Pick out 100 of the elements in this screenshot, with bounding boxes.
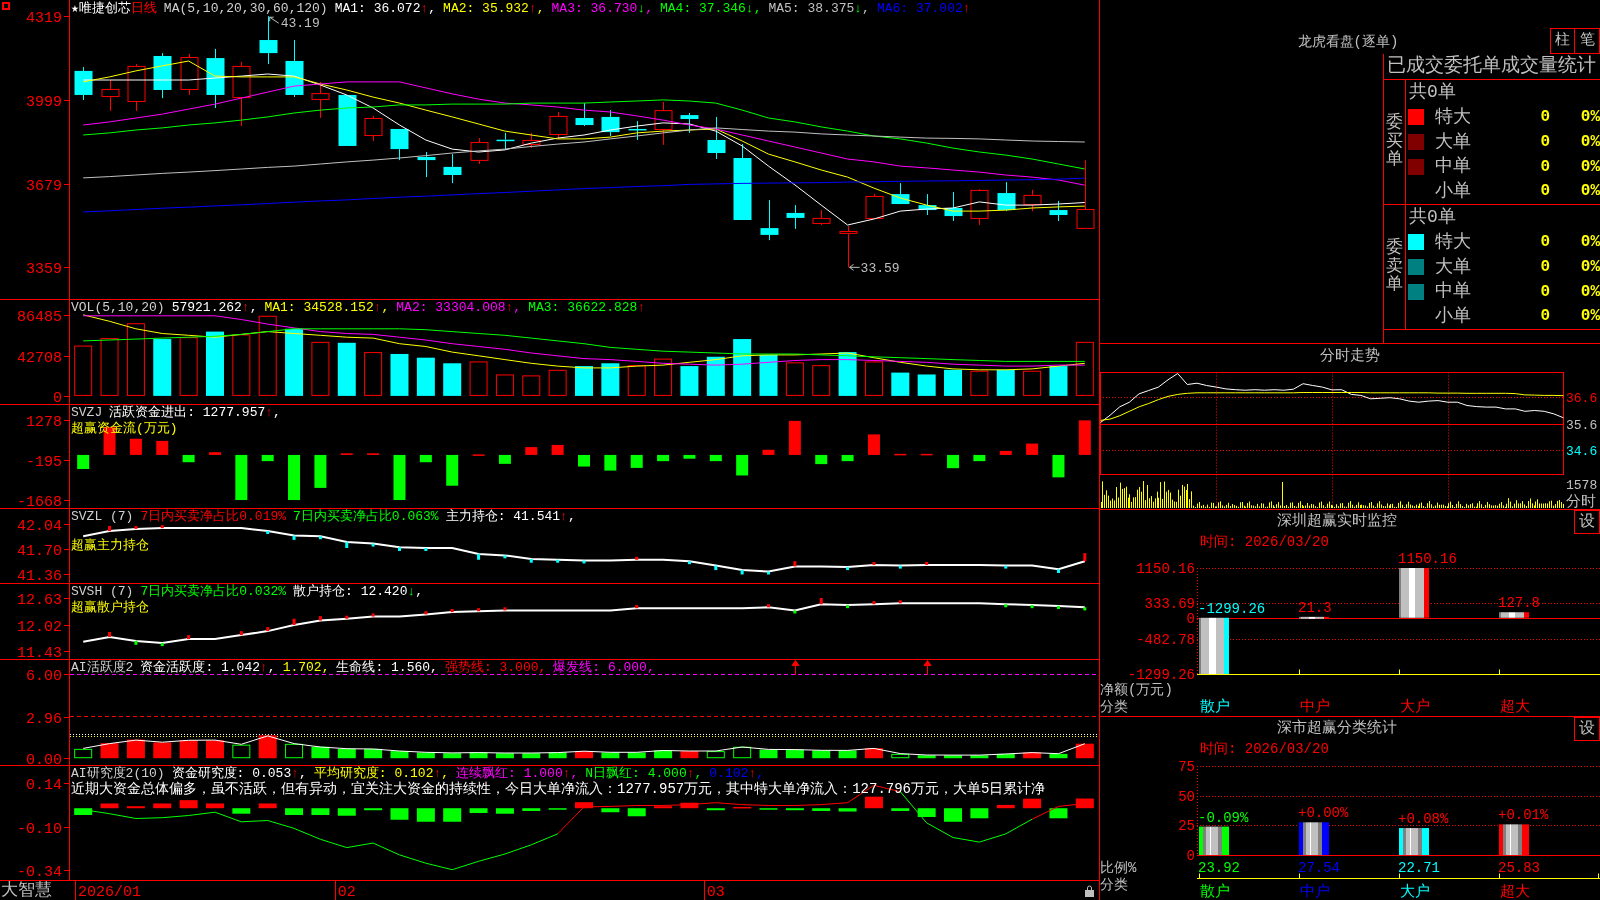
order-total: 共0单	[1409, 82, 1456, 103]
stock-name: ★唯捷创芯	[71, 1, 131, 16]
order-size-label: 大单	[1435, 256, 1472, 278]
legend-value: 7日内买卖净占比0.019%	[140, 509, 287, 524]
axis-label: 333.69	[1144, 596, 1195, 613]
net-amount-bar	[1199, 617, 1229, 674]
legend-value: MA1: 36.072↑,	[334, 1, 437, 16]
order-size-label: 特大	[1435, 231, 1472, 253]
axis-label: -1299.26	[1127, 667, 1195, 683]
legend-value: 散户持仓: 12.420↓,	[293, 584, 424, 599]
axis-label: -0.10	[17, 820, 62, 838]
category-label: 超大	[1500, 699, 1530, 716]
order-size-label: 特大	[1435, 106, 1472, 128]
axis-label: 0.14	[26, 776, 62, 794]
legend-value: 资金研究度: 0.053↑,	[171, 766, 307, 781]
order-count: 0	[1539, 307, 1550, 326]
axis-label: 0	[1186, 610, 1195, 627]
legend-value: MA3: 36.730↓,	[551, 1, 653, 16]
legend-value: MA1: 34528.152↑,	[264, 300, 390, 315]
axis-title: 比例%	[1100, 860, 1137, 876]
change-label: +0.08%	[1398, 811, 1449, 828]
chart-title: 分时走势	[1319, 346, 1381, 367]
axis-label: 36.6	[1566, 391, 1598, 407]
panel-title: 龙虎看盘(逐单)	[1296, 33, 1400, 52]
order-count: 0	[1539, 132, 1550, 152]
axis-label: 42.04	[17, 517, 62, 535]
group-label: 委买单	[1386, 113, 1403, 171]
candlestick	[918, 193, 937, 216]
value-label: 1150.16	[1398, 551, 1457, 567]
order-count: 0	[1539, 182, 1550, 201]
legend-value: 1.702,	[282, 660, 330, 675]
date-label: 2026/01	[78, 884, 142, 900]
order-percent: 0%	[1580, 282, 1600, 301]
order-percent: 0%	[1580, 233, 1600, 252]
indicator-name: SVZJ	[71, 405, 103, 420]
indicator-name: SVZL (7)	[71, 509, 134, 524]
legend-value: 平均研究度: 0.102↑,	[313, 766, 450, 781]
settings-button[interactable]: 设	[1574, 717, 1600, 741]
view-button[interactable]: 柱	[1550, 28, 1575, 54]
change-label: +0.00%	[1298, 805, 1349, 822]
value-label: 23.92	[1198, 860, 1240, 876]
indicator-name: AI研究度2(10)	[71, 766, 165, 781]
order-count: 0	[1539, 282, 1550, 301]
category-label: 散户	[1200, 699, 1230, 716]
order-percent: 0%	[1580, 182, 1600, 201]
order-count: 0	[1539, 257, 1550, 277]
candlestick	[74, 66, 93, 101]
legend-value: 0.102↑,	[709, 766, 764, 781]
net-amount-bar	[1499, 612, 1529, 618]
axis-label: 3999	[26, 93, 62, 111]
category-label: 大户	[1400, 699, 1430, 716]
order-percent: 0%	[1580, 157, 1600, 176]
axis-label: 0.00	[26, 751, 62, 765]
axis-label: 1578	[1566, 478, 1598, 493]
axis-label: 4319	[26, 9, 62, 27]
axis-title: 分类	[1100, 877, 1128, 893]
view-button[interactable]: 笔	[1574, 28, 1600, 54]
table-title: 已成交委托单成交量统计	[1384, 54, 1600, 80]
order-size-label: 中单	[1435, 156, 1472, 178]
date-label: 02	[337, 884, 356, 900]
legend-value: MA3: 36622.828↑	[528, 300, 646, 315]
indicator-caption: 超赢主力持仓	[71, 538, 149, 553]
order-size-label: 中单	[1435, 281, 1472, 303]
candlestick	[101, 79, 120, 112]
legend-value: 连续飘红: 1.000↑,	[456, 766, 579, 781]
candlestick	[259, 15, 278, 65]
pointer-arrow-icon	[269, 16, 280, 24]
axis-label: 34.6	[1566, 443, 1598, 459]
legend-value: MA4: 37.346↓,	[660, 1, 762, 16]
settings-button[interactable]: 设	[1574, 510, 1600, 534]
net-amount-bar	[1399, 568, 1429, 618]
candlestick	[153, 52, 172, 99]
candlestick	[180, 53, 199, 96]
candlestick	[944, 191, 963, 222]
legend-value: MA5: 38.375↓,	[768, 1, 870, 16]
order-size-label: 小单	[1435, 181, 1472, 202]
axis-label: 11.43	[17, 644, 62, 659]
order-percent: 0%	[1580, 132, 1600, 152]
panel-title: 深市超赢分类统计	[1276, 718, 1398, 739]
date-label: 03	[706, 884, 725, 900]
indicator-caption: 超赢散户持仓	[71, 600, 149, 615]
value-label: -1299.26	[1198, 600, 1266, 617]
axis-label: -195	[26, 453, 62, 471]
category-label: 中户	[1300, 699, 1330, 716]
candlestick	[127, 63, 146, 112]
indicator-name: AI活跃度2	[71, 660, 134, 675]
category-label: 大户	[1400, 884, 1430, 900]
legend-value: N日飘红: 4.000↑,	[585, 766, 703, 781]
period-label: 日线	[130, 1, 157, 16]
legend-value: 爆发线: 6.000,	[553, 660, 655, 675]
time-label: 时间: 2026/03/20	[1199, 741, 1330, 757]
axis-label: 50	[1178, 788, 1195, 805]
category-label: 超大	[1500, 884, 1530, 900]
legend-value: 57921.262↑,	[171, 300, 258, 315]
order-total: 共0单	[1409, 207, 1456, 228]
axis-label: -482.78	[1136, 631, 1195, 648]
value-label: 127.8	[1498, 595, 1540, 612]
time-label: 时间: 2026/03/20	[1199, 534, 1330, 550]
axis-label: 86485	[17, 308, 62, 326]
legend-value: 强势线: 3.000,	[444, 660, 547, 675]
